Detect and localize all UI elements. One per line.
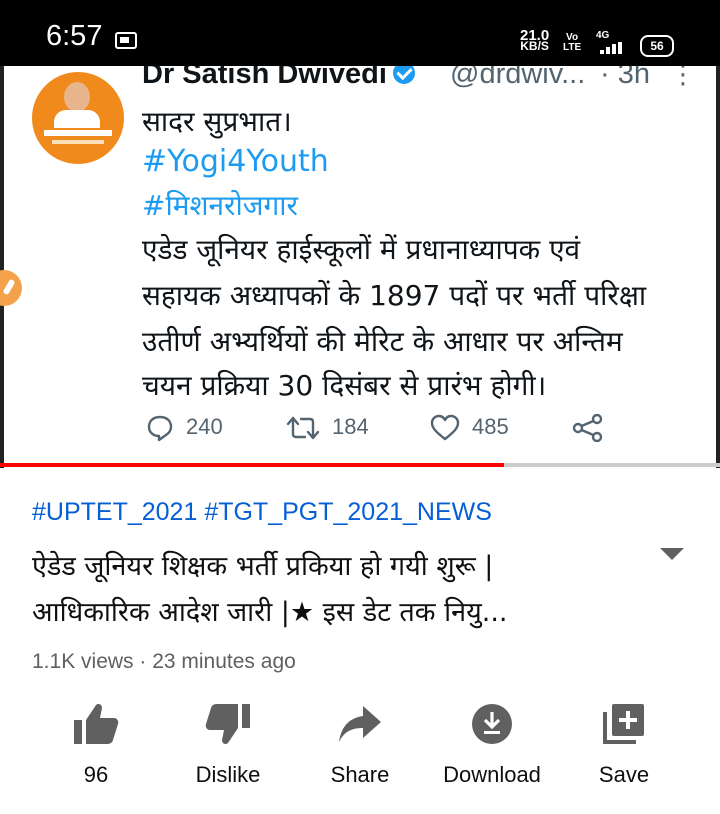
- share-label: Share: [330, 762, 390, 787]
- download-button[interactable]: Download: [432, 696, 552, 788]
- save-label: Save: [598, 762, 650, 787]
- video-hashtags[interactable]: #UPTET_2021 #TGT_PGT_2021_NEWS: [32, 498, 492, 527]
- network-type: 4G: [596, 30, 610, 41]
- tweet-line: उतीर्ण अभ्यर्थियों की मेरिट के आधार पर अ…: [142, 325, 623, 358]
- playlist-add-icon: [603, 704, 644, 744]
- like-count-label: 96: [83, 762, 109, 787]
- frame-border-left: [0, 66, 4, 468]
- network-speed-unit: KB/S: [520, 39, 549, 53]
- video-action-bar: 96 Dislike Share Download Save: [0, 696, 720, 806]
- frame-border-right: [716, 66, 720, 468]
- retweet-count: 184: [332, 414, 369, 439]
- tweet-author: Dr Satish Dwivedi: [142, 66, 415, 91]
- side-badge-icon: [0, 270, 22, 306]
- video-player[interactable]: Dr Satish Dwivedi @drdwiv... · 3h ⋮ सादर…: [0, 66, 720, 468]
- download-icon: [472, 704, 512, 744]
- like-count: 485: [472, 414, 509, 439]
- retweet-icon: [286, 416, 320, 440]
- video-title[interactable]: ऐडेड जूनियर शिक्षक भर्ती प्रकिया हो गयी …: [32, 544, 632, 636]
- cast-icon: [115, 32, 137, 49]
- expand-description-icon[interactable]: [660, 548, 684, 560]
- tweet-hashtag: #Yogi4Youth: [142, 144, 329, 179]
- thumb-down-icon: [205, 704, 250, 744]
- share-button[interactable]: Share: [300, 696, 420, 788]
- verified-icon: [392, 66, 415, 85]
- video-title-line1: ऐडेड जूनियर शिक्षक भर्ती प्रकिया हो गयी …: [32, 551, 494, 582]
- tweet-share: [572, 413, 616, 443]
- video-title-line2: आधिकारिक आदेश जारी |★ इस डेट तक नियु...: [32, 597, 508, 628]
- video-progress-bar[interactable]: [0, 463, 720, 467]
- tweet-replies: 240: [146, 414, 223, 442]
- battery-icon: 56: [640, 35, 674, 57]
- share-arrow-icon: [339, 706, 381, 742]
- dislike-button[interactable]: Dislike: [168, 696, 288, 788]
- tweet-author-name: Dr Satish Dwivedi: [142, 66, 387, 90]
- save-button[interactable]: Save: [564, 696, 684, 788]
- tweet-line: एडेड जूनियर हाईस्कूलों में प्रधानाध्यापक…: [142, 233, 581, 266]
- clock: 6:57: [46, 20, 103, 52]
- volte-indicator: Vo LTE: [563, 33, 581, 53]
- tweet-line: सादर सुप्रभात।: [142, 105, 292, 138]
- signal-icon: [600, 42, 624, 54]
- tweet-handle: @drdwiv...: [450, 66, 586, 90]
- network-speed: 21.0 KB/S: [520, 28, 549, 53]
- thumb-up-icon: [74, 704, 119, 744]
- video-meta: 1.1K views · 23 minutes ago: [32, 650, 296, 673]
- more-icon: ⋮: [670, 66, 696, 90]
- reply-icon: [147, 415, 173, 442]
- heart-icon: [430, 414, 460, 441]
- volte-bottom: LTE: [563, 42, 582, 53]
- dislike-label: Dislike: [195, 762, 261, 787]
- tweet-avatar: [32, 72, 124, 164]
- reply-count: 240: [186, 414, 223, 439]
- tweet-likes: 485: [430, 414, 509, 442]
- like-button[interactable]: 96: [36, 696, 156, 788]
- download-label: Download: [443, 762, 541, 787]
- tweet-retweets: 184: [286, 414, 369, 442]
- share-nodes-icon: [572, 413, 603, 443]
- tweet-line: सहायक अध्यापकों के 1897 पदों पर भर्ती पर…: [142, 279, 647, 312]
- tweet-time: · 3h: [600, 66, 650, 90]
- tweet-hashtag: #मिशनरोजगार: [142, 189, 298, 222]
- tweet-line: चयन प्रक्रिया 30 दिसंबर से प्रारंभ होगी।: [142, 369, 547, 402]
- video-progress-fill: [0, 463, 504, 467]
- status-bar: 6:57 21.0 KB/S Vo LTE 4G 56: [0, 0, 720, 66]
